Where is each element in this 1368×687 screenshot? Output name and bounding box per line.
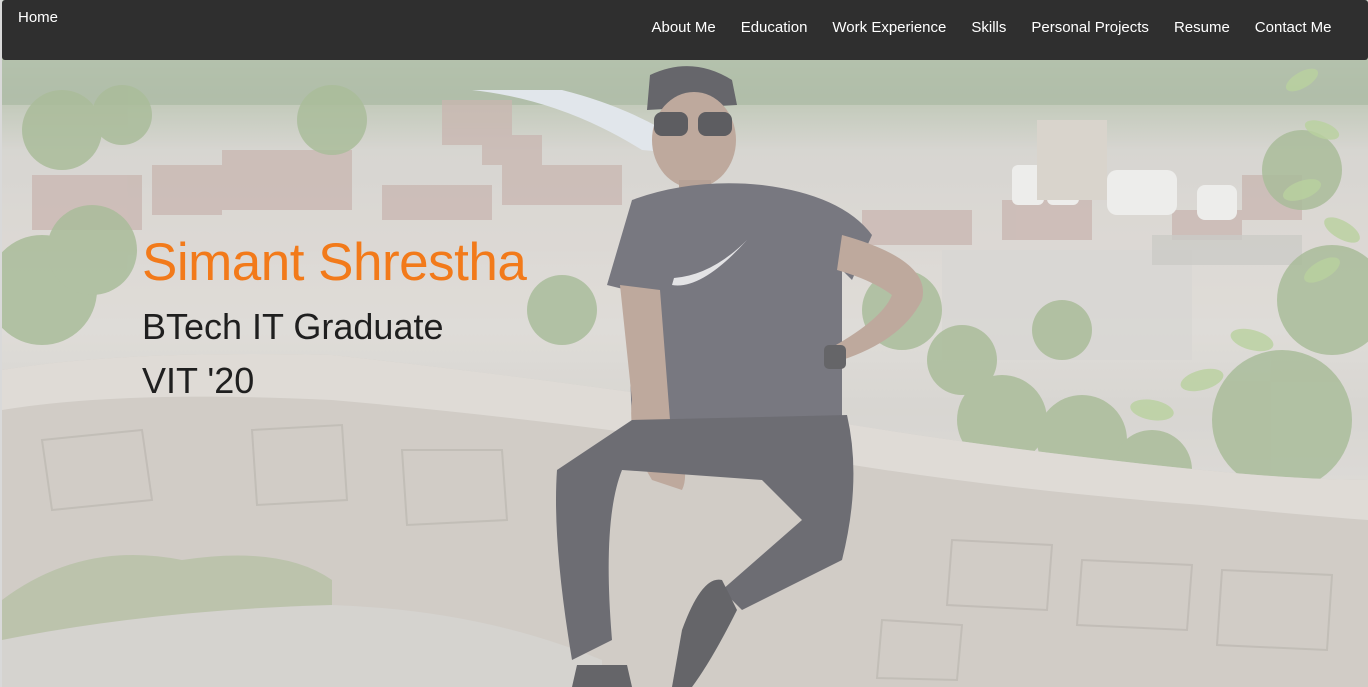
nav-links: About Me Education Work Experience Skill… [639,19,1344,37]
nav-item-about-me: About Me [639,19,728,37]
nav-link-about-me[interactable]: About Me [639,19,728,36]
nav-link-contact-me[interactable]: Contact Me [1242,19,1344,36]
hero-subtitle: BTech IT Graduate VIT '20 [142,300,526,408]
nav-link-skills[interactable]: Skills [959,19,1019,36]
hero-university: VIT '20 [142,360,255,401]
hero-degree: BTech IT Graduate [142,306,444,347]
page: Home About Me Education Work Experience … [0,0,1368,687]
nav-link-work-experience[interactable]: Work Experience [820,19,959,36]
top-navbar: Home About Me Education Work Experience … [2,0,1368,60]
nav-link-personal-projects[interactable]: Personal Projects [1019,19,1162,36]
nav-item-work-experience: Work Experience [820,19,959,37]
nav-item-skills: Skills [959,19,1019,37]
nav-item-contact-me: Contact Me [1242,19,1344,37]
nav-item-personal-projects: Personal Projects [1019,19,1162,37]
hero-intro: Simant Shrestha BTech IT Graduate VIT '2… [142,232,527,408]
nav-home-link[interactable]: Home [18,9,58,26]
nav-link-resume[interactable]: Resume [1161,19,1242,36]
nav-item-resume: Resume [1161,19,1242,37]
hero-name: Simant Shrestha [142,233,527,292]
nav-link-education[interactable]: Education [728,19,820,36]
nav-item-education: Education [728,19,820,37]
